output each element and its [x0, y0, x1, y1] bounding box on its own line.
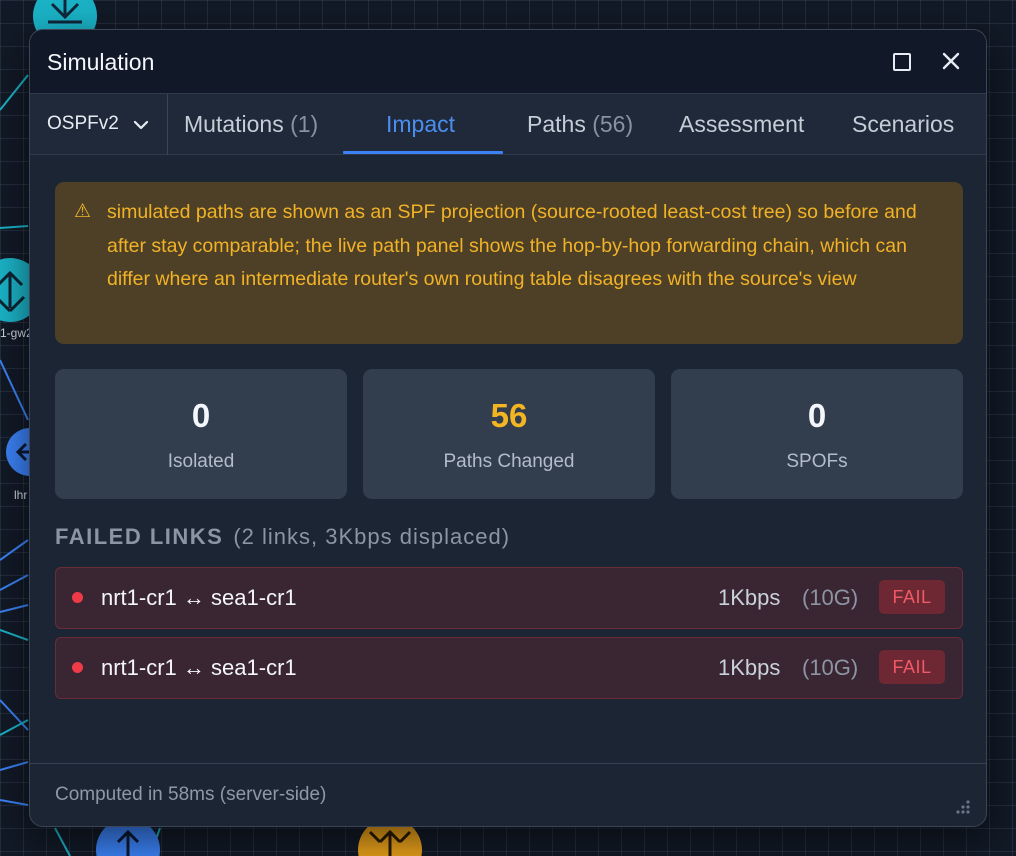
topology-edge: [0, 225, 29, 229]
panel-titlebar[interactable]: Simulation: [30, 30, 986, 93]
node-label-lhr: lhr: [14, 488, 28, 502]
link-endpoint-b: sea1-cr1: [211, 655, 297, 680]
link-arrow-icon: ↔: [182, 655, 205, 680]
stat-value-spofs: 0: [807, 397, 827, 434]
panel-title: Simulation: [47, 49, 155, 75]
topology-edge: [0, 74, 29, 111]
stat-value-isolated: 0: [191, 397, 211, 434]
tab-assessment-label: Assessment: [679, 111, 805, 137]
failed-links-summary: (2 links, 3Kbps displaced): [233, 524, 511, 549]
tab-paths[interactable]: Paths (56): [527, 94, 633, 155]
tab-bar: OSPFv2 Mutations (1) Impact Paths (56) A…: [30, 93, 986, 155]
tab-impact[interactable]: Impact: [386, 94, 455, 155]
tab-scenarios-label: Scenarios: [852, 111, 955, 137]
stat-label-spofs: SPOFs: [786, 451, 848, 472]
simulation-panel: Simulation OSPFv2 Mutations (1) Impact P…: [29, 29, 987, 827]
stat-label-isolated: Isolated: [167, 451, 235, 472]
link-endpoints: nrt1-cr1 ↔ sea1-cr1: [101, 655, 297, 681]
tab-paths-count: (56): [592, 111, 634, 137]
stat-label-paths-changed: Paths Changed: [443, 451, 575, 472]
topology-edge: [0, 699, 29, 731]
fail-status-dot: [72, 662, 83, 673]
tab-mutations-label: Mutations: [184, 111, 284, 137]
stat-card-isolated: 0 Isolated: [55, 369, 347, 499]
active-tab-indicator: [343, 151, 503, 154]
tab-paths-label: Paths: [527, 111, 586, 137]
stat-card-paths-changed: 56 Paths Changed: [363, 369, 655, 499]
node-label-gw2: 1-gw2: [0, 326, 33, 340]
topology-edge: [0, 604, 29, 613]
topology-edge: [0, 761, 29, 771]
compute-time-text: Computed in 58ms (server-side): [55, 784, 327, 805]
link-arrow-icon: ↔: [182, 585, 205, 610]
tab-mutations[interactable]: Mutations (1): [184, 94, 318, 155]
warning-text: simulated paths are shown as an SPF proj…: [107, 201, 917, 290]
failed-link-row[interactable]: nrt1-cr1 ↔ sea1-cr1 1Kbps (10G) FAIL: [55, 567, 963, 629]
link-endpoint-a: nrt1-cr1: [101, 585, 177, 610]
tab-mutations-count: (1): [290, 111, 319, 137]
topology-edge: [0, 539, 29, 561]
stat-card-spofs: 0 SPOFs: [671, 369, 963, 499]
maximize-button[interactable]: [888, 48, 914, 74]
spf-warning-banner: ⚠ simulated paths are shown as an SPF pr…: [55, 182, 963, 344]
link-rate: 1Kbps: [718, 655, 781, 680]
warning-icon: ⚠: [74, 201, 92, 222]
chevron-down-icon: [133, 120, 149, 130]
fail-badge: FAIL: [879, 650, 945, 684]
tab-scenarios[interactable]: Scenarios: [852, 94, 954, 155]
topology-edge: [0, 359, 29, 421]
link-endpoint-b: sea1-cr1: [211, 585, 297, 610]
topology-edge: [0, 629, 29, 641]
fail-badge: FAIL: [879, 580, 945, 614]
topology-edge: [0, 719, 29, 736]
resize-grip-icon[interactable]: [952, 796, 972, 816]
protocol-label: OSPFv2: [47, 113, 119, 134]
close-icon: [942, 52, 960, 70]
fail-status-dot: [72, 592, 83, 603]
failed-links-title: FAILED LINKS: [55, 524, 224, 549]
tab-assessment[interactable]: Assessment: [679, 94, 804, 155]
failed-link-row[interactable]: nrt1-cr1 ↔ sea1-cr1 1Kbps (10G) FAIL: [55, 637, 963, 699]
stat-value-paths-changed: 56: [490, 397, 528, 434]
protocol-select[interactable]: OSPFv2: [30, 94, 168, 155]
topology-edge: [54, 827, 71, 856]
link-endpoint-a: nrt1-cr1: [101, 655, 177, 680]
link-endpoints: nrt1-cr1 ↔ sea1-cr1: [101, 585, 297, 611]
link-capacity: (10G): [802, 655, 859, 680]
failed-links-header: FAILED LINKS (2 links, 3Kbps displaced): [55, 524, 510, 550]
panel-footer: Computed in 58ms (server-side): [30, 763, 986, 826]
tab-impact-label: Impact: [386, 111, 456, 137]
link-rate: 1Kbps: [718, 585, 781, 610]
link-capacity: (10G): [802, 585, 859, 610]
topology-edge: [0, 799, 29, 806]
close-button[interactable]: [938, 48, 964, 74]
topology-edge: [0, 574, 29, 591]
